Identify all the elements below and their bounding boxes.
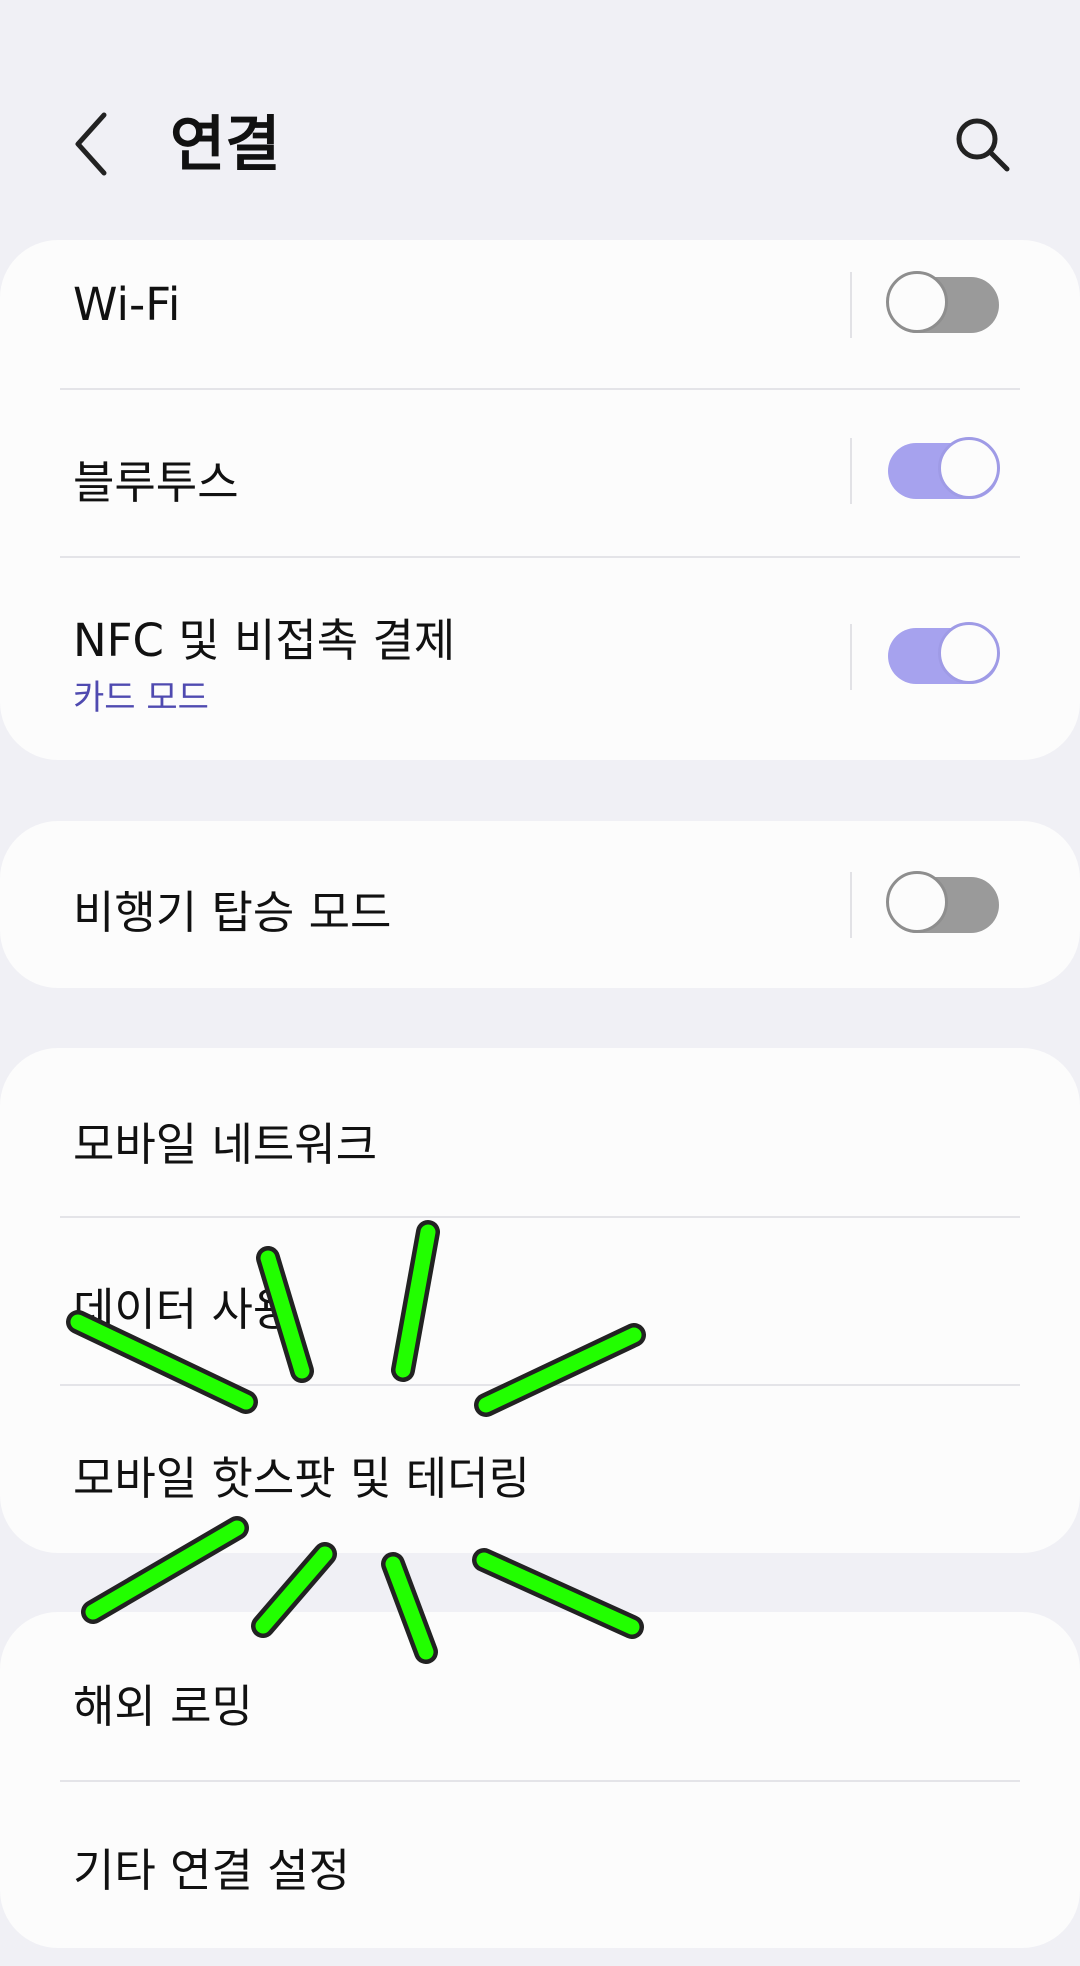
settings-group-other: 해외 로밍 기타 연결 설정 [0,1612,1080,1948]
nfc-toggle[interactable] [888,622,1000,684]
settings-group-network: 모바일 네트워크 데이터 사용 모바일 핫스팟 및 테더링 [0,1048,1080,1553]
app-bar: 연결 [0,0,1080,240]
row-subtitle: 카드 모드 [73,678,209,718]
settings-row-mobile-network[interactable]: 모바일 네트워크 [0,1048,1080,1216]
wifi-toggle[interactable] [886,271,999,333]
settings-row-data-usage[interactable]: 데이터 사용 [0,1218,1080,1384]
row-label: 모바일 네트워크 [73,1118,378,1171]
search-button[interactable] [948,110,1018,180]
settings-row-airplane-mode[interactable]: 비행기 탑승 모드 [0,821,1080,988]
settings-group-airplane: 비행기 탑승 모드 [0,821,1080,988]
row-label: 해외 로밍 [73,1680,253,1733]
row-label: NFC 및 비접촉 결제 [73,614,456,667]
settings-group-wireless: Wi-Fi 블루투스 NFC 및 비접촉 결제 카드 모드 [0,240,1080,760]
row-label: 모바일 핫스팟 및 테더링 [73,1452,530,1505]
settings-row-hotspot-tethering[interactable]: 모바일 핫스팟 및 테더링 [0,1386,1080,1553]
vertical-separator [850,438,852,504]
toggle-knob [938,622,1000,684]
row-label: 비행기 탑승 모드 [73,886,392,939]
settings-row-more-connection-settings[interactable]: 기타 연결 설정 [0,1782,1080,1948]
vertical-separator [850,272,852,338]
row-label: 데이터 사용 [73,1283,295,1336]
settings-row-nfc[interactable]: NFC 및 비접촉 결제 카드 모드 [0,558,1080,760]
settings-row-bluetooth[interactable]: 블루투스 [0,390,1080,558]
row-label: 블루투스 [73,456,239,509]
page-title: 연결 [170,110,281,180]
row-label: 기타 연결 설정 [73,1844,351,1897]
vertical-separator [850,624,852,690]
settings-row-wifi[interactable]: Wi-Fi [0,240,1080,390]
back-button[interactable] [62,104,122,184]
row-label: Wi-Fi [73,278,181,331]
settings-row-roaming[interactable]: 해외 로밍 [0,1612,1080,1780]
toggle-knob [938,437,1000,499]
search-icon [956,118,1010,172]
connections-settings-screen: 연결 Wi-Fi 블루투스 NFC 및 비접촉 결제 카드 모드 비행기 탑승 … [0,0,1080,1966]
bluetooth-toggle[interactable] [888,437,1000,499]
chevron-left-icon [75,112,107,176]
airplane-mode-toggle[interactable] [886,871,999,933]
vertical-separator [850,872,852,938]
toggle-knob [886,871,948,933]
toggle-knob [886,271,948,333]
